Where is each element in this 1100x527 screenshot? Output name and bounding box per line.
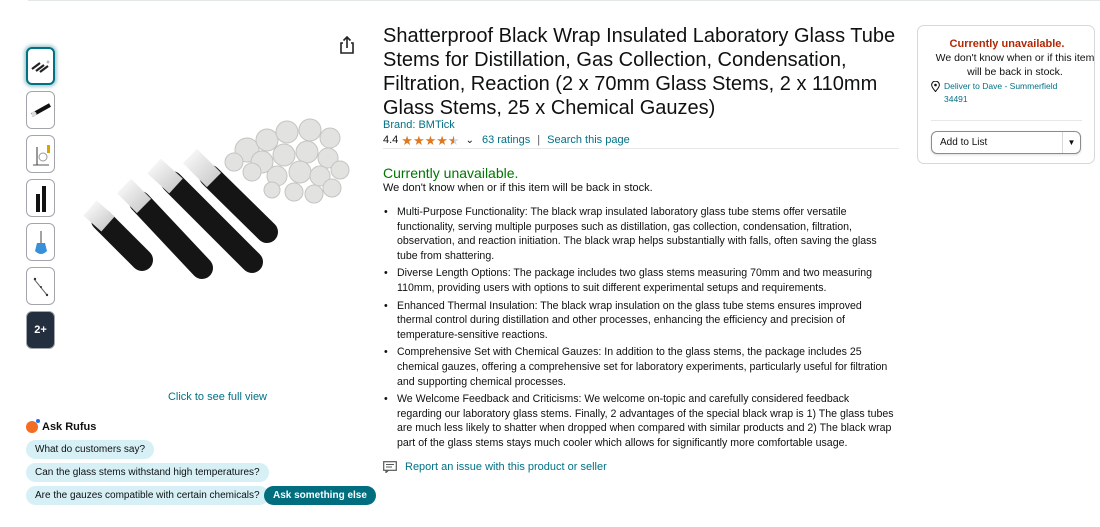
rufus-chip-customers-say[interactable]: What do customers say? <box>26 440 155 459</box>
share-icon[interactable] <box>339 36 355 54</box>
report-flag-icon <box>383 461 397 473</box>
search-page-link[interactable]: Search this page <box>547 134 630 146</box>
thumbnail-1[interactable] <box>26 47 55 85</box>
star-icon: ★ <box>401 132 413 148</box>
brand-link[interactable]: Brand: BMTick <box>383 119 455 131</box>
product-title: Shatterproof Black Wrap Insulated Labora… <box>383 25 896 119</box>
star-icon: ★ <box>412 132 425 148</box>
feature-bullets: Multi-Purpose Functionality: The black w… <box>383 205 895 454</box>
chevron-down-icon[interactable]: ▼ <box>1062 132 1080 153</box>
star-icon: ★ <box>424 132 437 148</box>
thumbnail-more-label: 2+ <box>34 324 47 336</box>
feature-bullet: Diverse Length Options: The package incl… <box>383 266 895 295</box>
ratings-count-link[interactable]: 63 ratings <box>482 134 530 146</box>
feature-bullet: Multi-Purpose Functionality: The black w… <box>383 205 895 263</box>
thumbnail-strip: 2+ <box>26 47 57 355</box>
rufus-title: Ask Rufus <box>42 421 97 433</box>
top-divider <box>28 0 1100 2</box>
availability-detail: We don't know when or if this item will … <box>383 182 653 194</box>
main-product-image[interactable] <box>62 110 352 290</box>
rufus-icon <box>26 419 40 433</box>
thumbnail-6[interactable] <box>26 267 55 305</box>
buybox-availability-detail: We don't know when or if this item will … <box>935 52 1095 78</box>
rating-row: 4.4 ★ ★ ★ ★ ★ ⌄ 63 ratings | Search this… <box>383 133 630 147</box>
report-issue-label: Report an issue with this product or sel… <box>405 461 607 473</box>
rufus-chip-temperatures[interactable]: Can the glass stems withstand high tempe… <box>26 463 269 482</box>
deliver-to-label: Deliver to Dave - Summerfield 34491 <box>944 81 1058 104</box>
thumbnail-5[interactable] <box>26 223 55 261</box>
feature-bullet: Enhanced Thermal Insulation: The black w… <box>383 299 895 343</box>
feature-bullet: We Welcome Feedback and Criticisms: We w… <box>383 392 895 450</box>
buy-box: Currently unavailable. We don't know whe… <box>917 25 1095 164</box>
report-issue-link[interactable]: Report an issue with this product or sel… <box>383 461 607 473</box>
add-to-list-label: Add to List <box>940 137 988 148</box>
title-divider <box>383 148 899 149</box>
star-half-icon: ★ <box>447 132 460 148</box>
buybox-divider <box>931 120 1082 121</box>
buybox-availability-headline: Currently unavailable. <box>949 38 1065 50</box>
rating-value: 4.4 <box>383 134 399 146</box>
thumbnail-2[interactable] <box>26 91 55 129</box>
availability-headline: Currently unavailable. <box>383 165 519 181</box>
thumbnail-3[interactable] <box>26 135 55 173</box>
chevron-down-icon[interactable]: ⌄ <box>466 135 474 146</box>
star-icon: ★ <box>436 132 448 148</box>
thumbnail-4[interactable] <box>26 179 55 217</box>
add-to-list-button[interactable]: Add to List ▼ <box>931 131 1081 154</box>
rufus-chip-chemicals[interactable]: Are the gauzes compatible with certain c… <box>26 486 269 505</box>
separator: | <box>537 134 541 146</box>
ask-something-else-button[interactable]: Ask something else <box>264 486 376 505</box>
location-pin-icon <box>931 81 940 92</box>
rufus-header: Ask Rufus <box>26 419 97 433</box>
full-view-link[interactable]: Click to see full view <box>150 391 285 403</box>
thumbnail-more[interactable]: 2+ <box>26 311 55 349</box>
star-rating[interactable]: ★ ★ ★ ★ ★ <box>401 134 459 147</box>
feature-bullet: Comprehensive Set with Chemical Gauzes: … <box>383 345 895 389</box>
deliver-to-link[interactable]: Deliver to Dave - Summerfield 34491 <box>931 80 1081 106</box>
